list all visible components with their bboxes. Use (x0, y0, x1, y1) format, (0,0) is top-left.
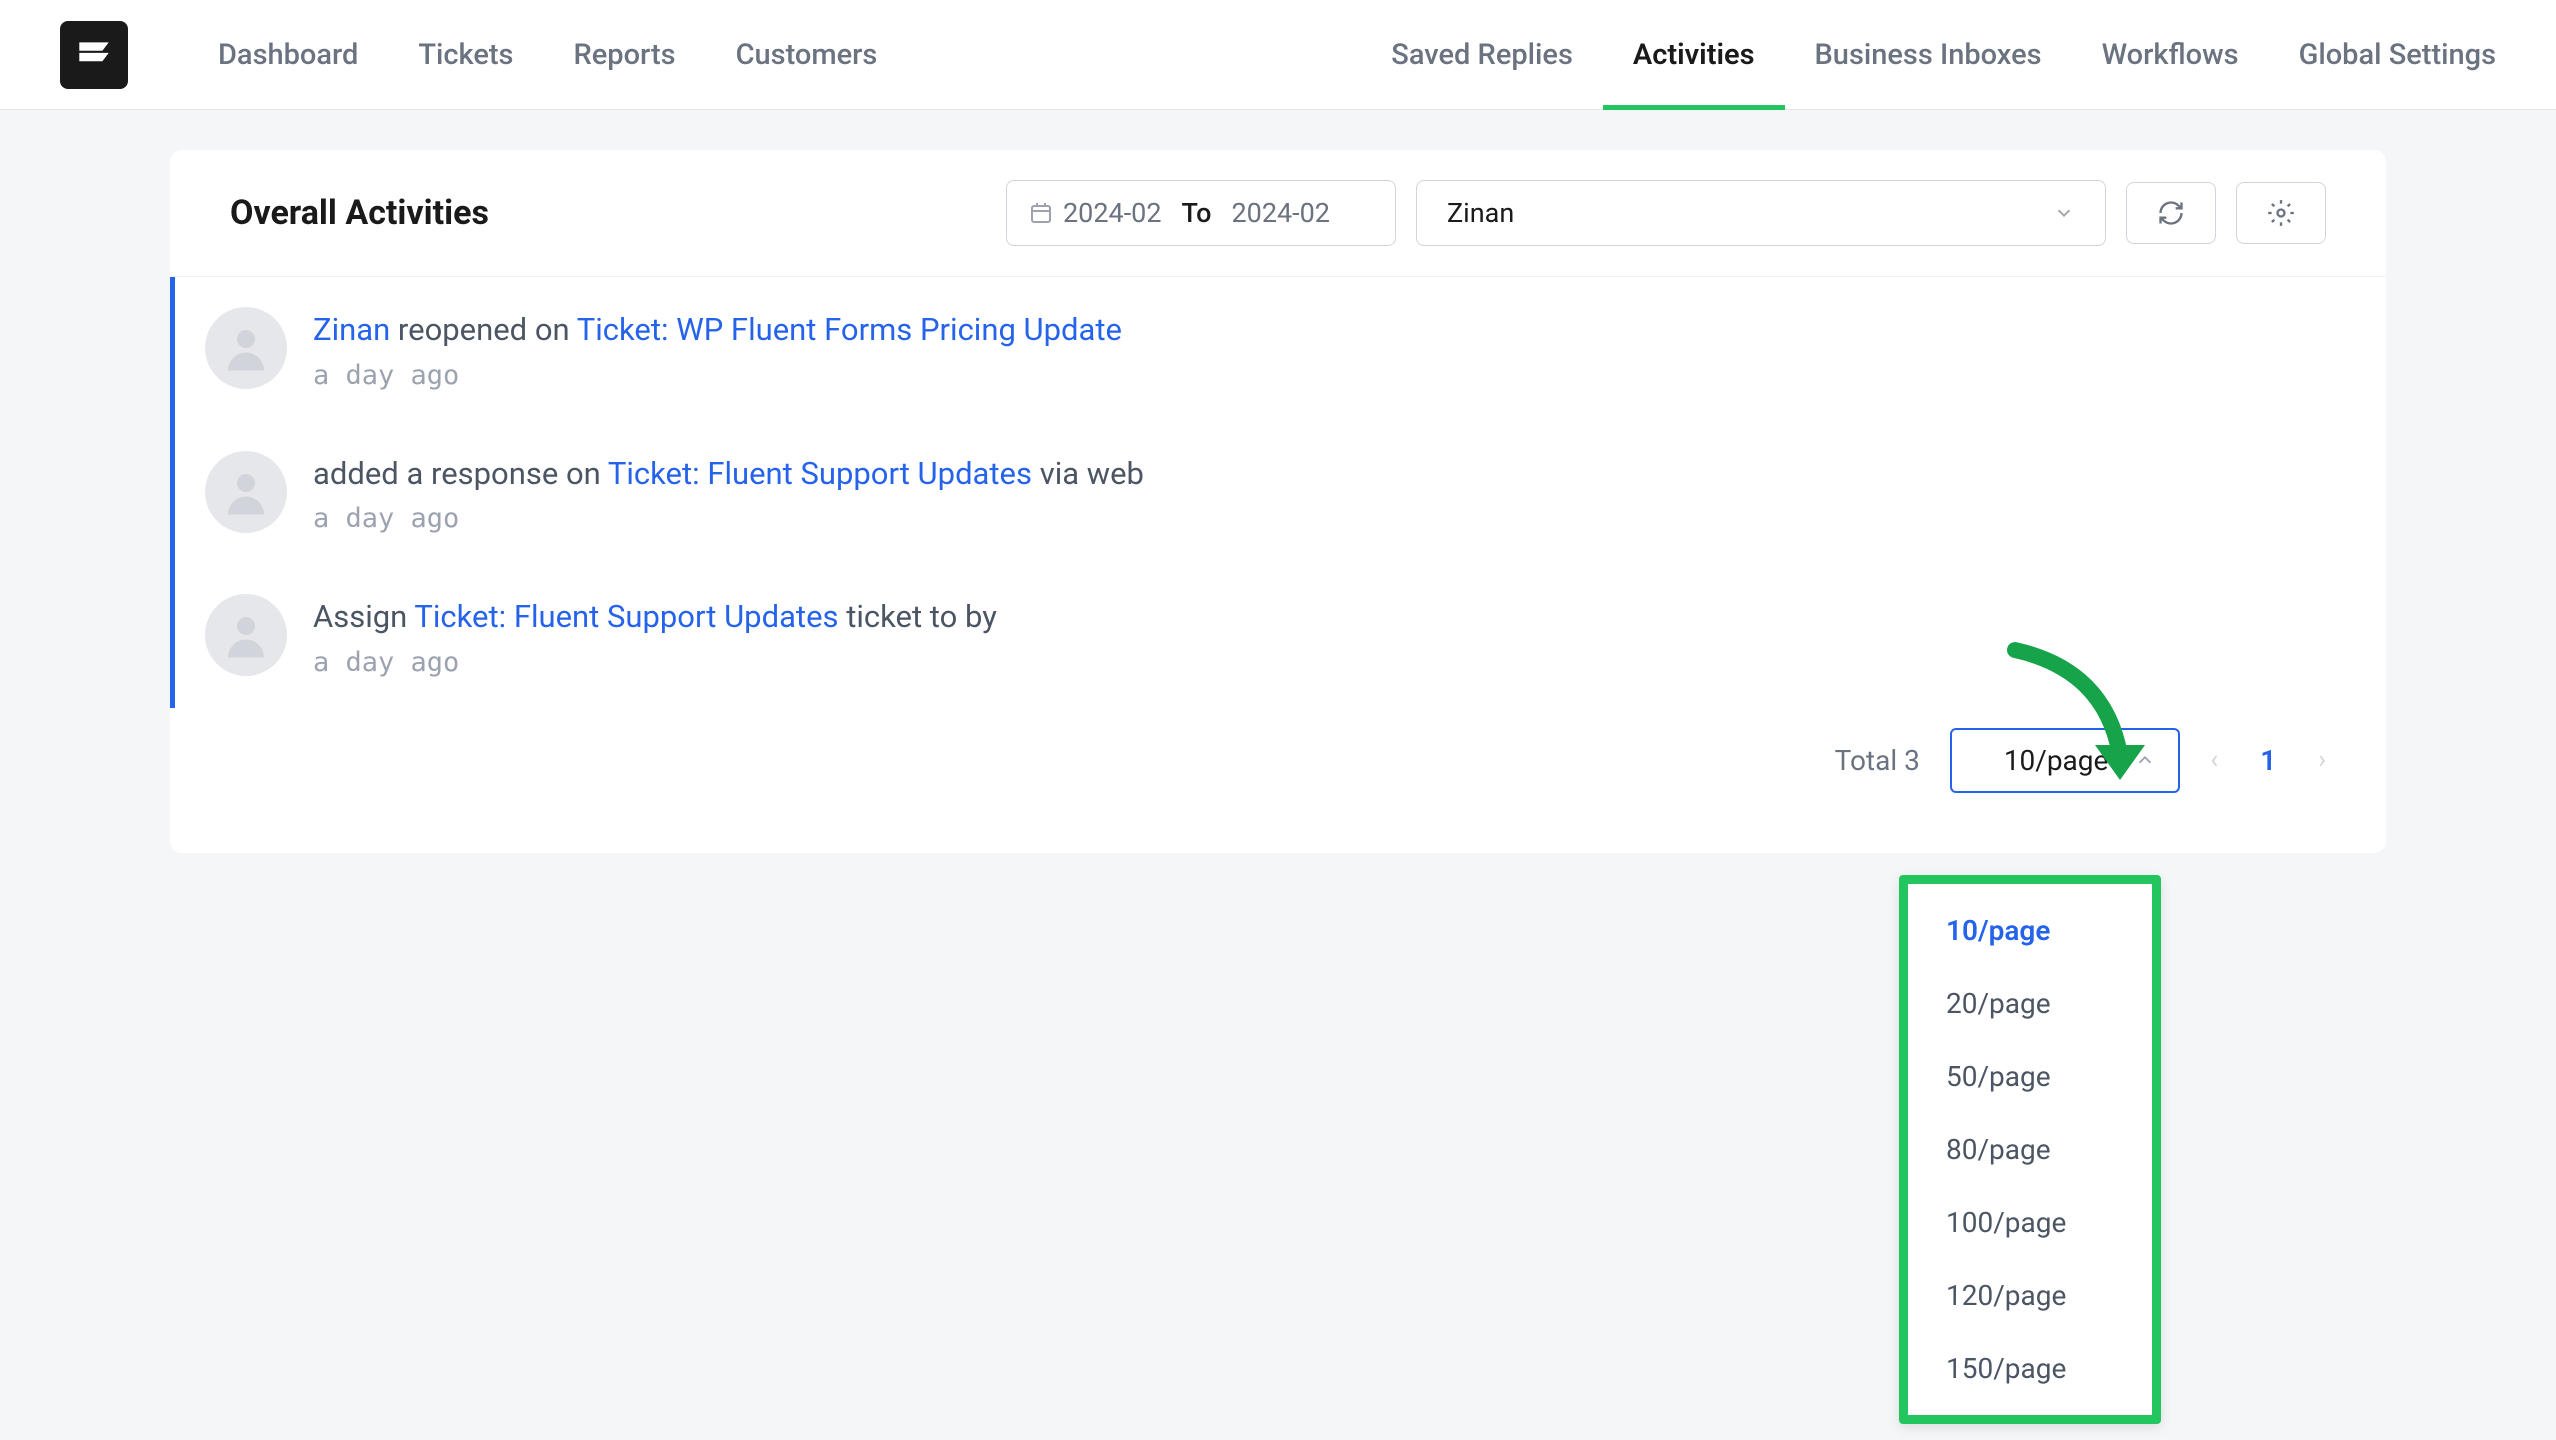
page-size-value: 10/page (2004, 744, 2109, 777)
next-page-button[interactable]: › (2318, 745, 2326, 775)
refresh-button[interactable] (2126, 182, 2216, 244)
date-range-picker[interactable]: 2024-02 To 2024-02 (1006, 180, 1396, 246)
calendar-icon (1029, 201, 1053, 225)
activity-ticket-link[interactable]: Ticket: WP Fluent Forms Pricing Update (577, 311, 1122, 348)
user-filter-select[interactable]: Zinan (1416, 180, 2106, 246)
activity-text: Zinan reopened on Ticket: WP Fluent Form… (313, 307, 1122, 354)
card-header: Overall Activities 2024-02 To 2024-02 Zi… (170, 150, 2386, 277)
activity-item: added a response on Ticket: Fluent Suppo… (170, 421, 2386, 565)
activity-text: added a response on Ticket: Fluent Suppo… (313, 451, 1144, 498)
user-icon (219, 321, 273, 375)
card-footer: Total 3 10/page ‹ 1 › (170, 708, 2386, 853)
dropdown-option[interactable]: 20/page (1908, 967, 2152, 1040)
activity-suffix: via web (1032, 455, 1144, 492)
prev-page-button[interactable]: ‹ (2210, 745, 2218, 775)
gear-icon (2267, 199, 2295, 227)
nav-reports[interactable]: Reports (573, 0, 675, 110)
avatar (205, 594, 287, 676)
nav-dashboard[interactable]: Dashboard (218, 0, 358, 110)
nav-workflows[interactable]: Workflows (2102, 0, 2239, 110)
activity-user-link[interactable]: Zinan (313, 311, 390, 348)
chevron-down-icon (2053, 202, 2075, 224)
pagination: ‹ 1 › (2210, 744, 2326, 777)
activity-list: Zinan reopened on Ticket: WP Fluent Form… (170, 277, 2386, 708)
date-from: 2024-02 (1063, 197, 1162, 229)
page-title: Overall Activities (230, 193, 489, 233)
page-size-select[interactable]: 10/page (1950, 728, 2181, 793)
dropdown-option[interactable]: 150/page (1908, 1332, 2152, 1405)
nav-left: Dashboard Tickets Reports Customers (218, 0, 877, 110)
nav-right: Saved Replies Activities Business Inboxe… (1391, 0, 2496, 110)
dropdown-option[interactable]: 50/page (1908, 1040, 2152, 1113)
nav-global-settings[interactable]: Global Settings (2299, 0, 2496, 110)
settings-button[interactable] (2236, 182, 2326, 244)
activities-card: Overall Activities 2024-02 To 2024-02 Zi… (170, 150, 2386, 853)
activity-text: Assign Ticket: Fluent Support Updates ti… (313, 594, 997, 641)
chevron-up-icon (2134, 749, 2156, 771)
nav-business-inboxes[interactable]: Business Inboxes (1815, 0, 2042, 110)
logo-icon (73, 34, 115, 76)
refresh-icon (2157, 199, 2185, 227)
activity-suffix: ticket to by (839, 598, 997, 635)
app-logo[interactable] (60, 21, 128, 89)
nav-saved-replies[interactable]: Saved Replies (1391, 0, 1573, 110)
activity-time: a day ago (313, 503, 1144, 534)
current-page[interactable]: 1 (2260, 744, 2276, 777)
activity-action: Assign (313, 598, 407, 635)
activity-action: added a response on (313, 455, 601, 492)
header: Dashboard Tickets Reports Customers Save… (0, 0, 2556, 110)
total-count: Total 3 (1835, 744, 1920, 777)
dropdown-option[interactable]: 100/page (1908, 1186, 2152, 1259)
nav-activities[interactable]: Activities (1633, 0, 1755, 110)
date-to: 2024-02 (1231, 197, 1330, 229)
activity-action: reopened on (398, 311, 570, 348)
activity-ticket-link[interactable]: Ticket: Fluent Support Updates (608, 455, 1032, 492)
user-filter-value: Zinan (1447, 197, 1514, 229)
activity-ticket-link[interactable]: Ticket: Fluent Support Updates (414, 598, 838, 635)
avatar (205, 451, 287, 533)
activity-item: Assign Ticket: Fluent Support Updates ti… (170, 564, 2386, 708)
user-icon (219, 465, 273, 519)
user-icon (219, 608, 273, 662)
date-to-label: To (1182, 197, 1212, 229)
dropdown-option[interactable]: 120/page (1908, 1259, 2152, 1332)
avatar (205, 307, 287, 389)
page-size-dropdown: 10/page 20/page 50/page 80/page 100/page… (1899, 875, 2161, 1424)
nav-customers[interactable]: Customers (736, 0, 878, 110)
nav-tickets[interactable]: Tickets (418, 0, 513, 110)
dropdown-option[interactable]: 10/page (1908, 894, 2152, 967)
activity-item: Zinan reopened on Ticket: WP Fluent Form… (170, 277, 2386, 421)
activity-time: a day ago (313, 647, 997, 678)
dropdown-option[interactable]: 80/page (1908, 1113, 2152, 1186)
activity-time: a day ago (313, 360, 1122, 391)
toolbar: 2024-02 To 2024-02 Zinan (1006, 180, 2326, 246)
